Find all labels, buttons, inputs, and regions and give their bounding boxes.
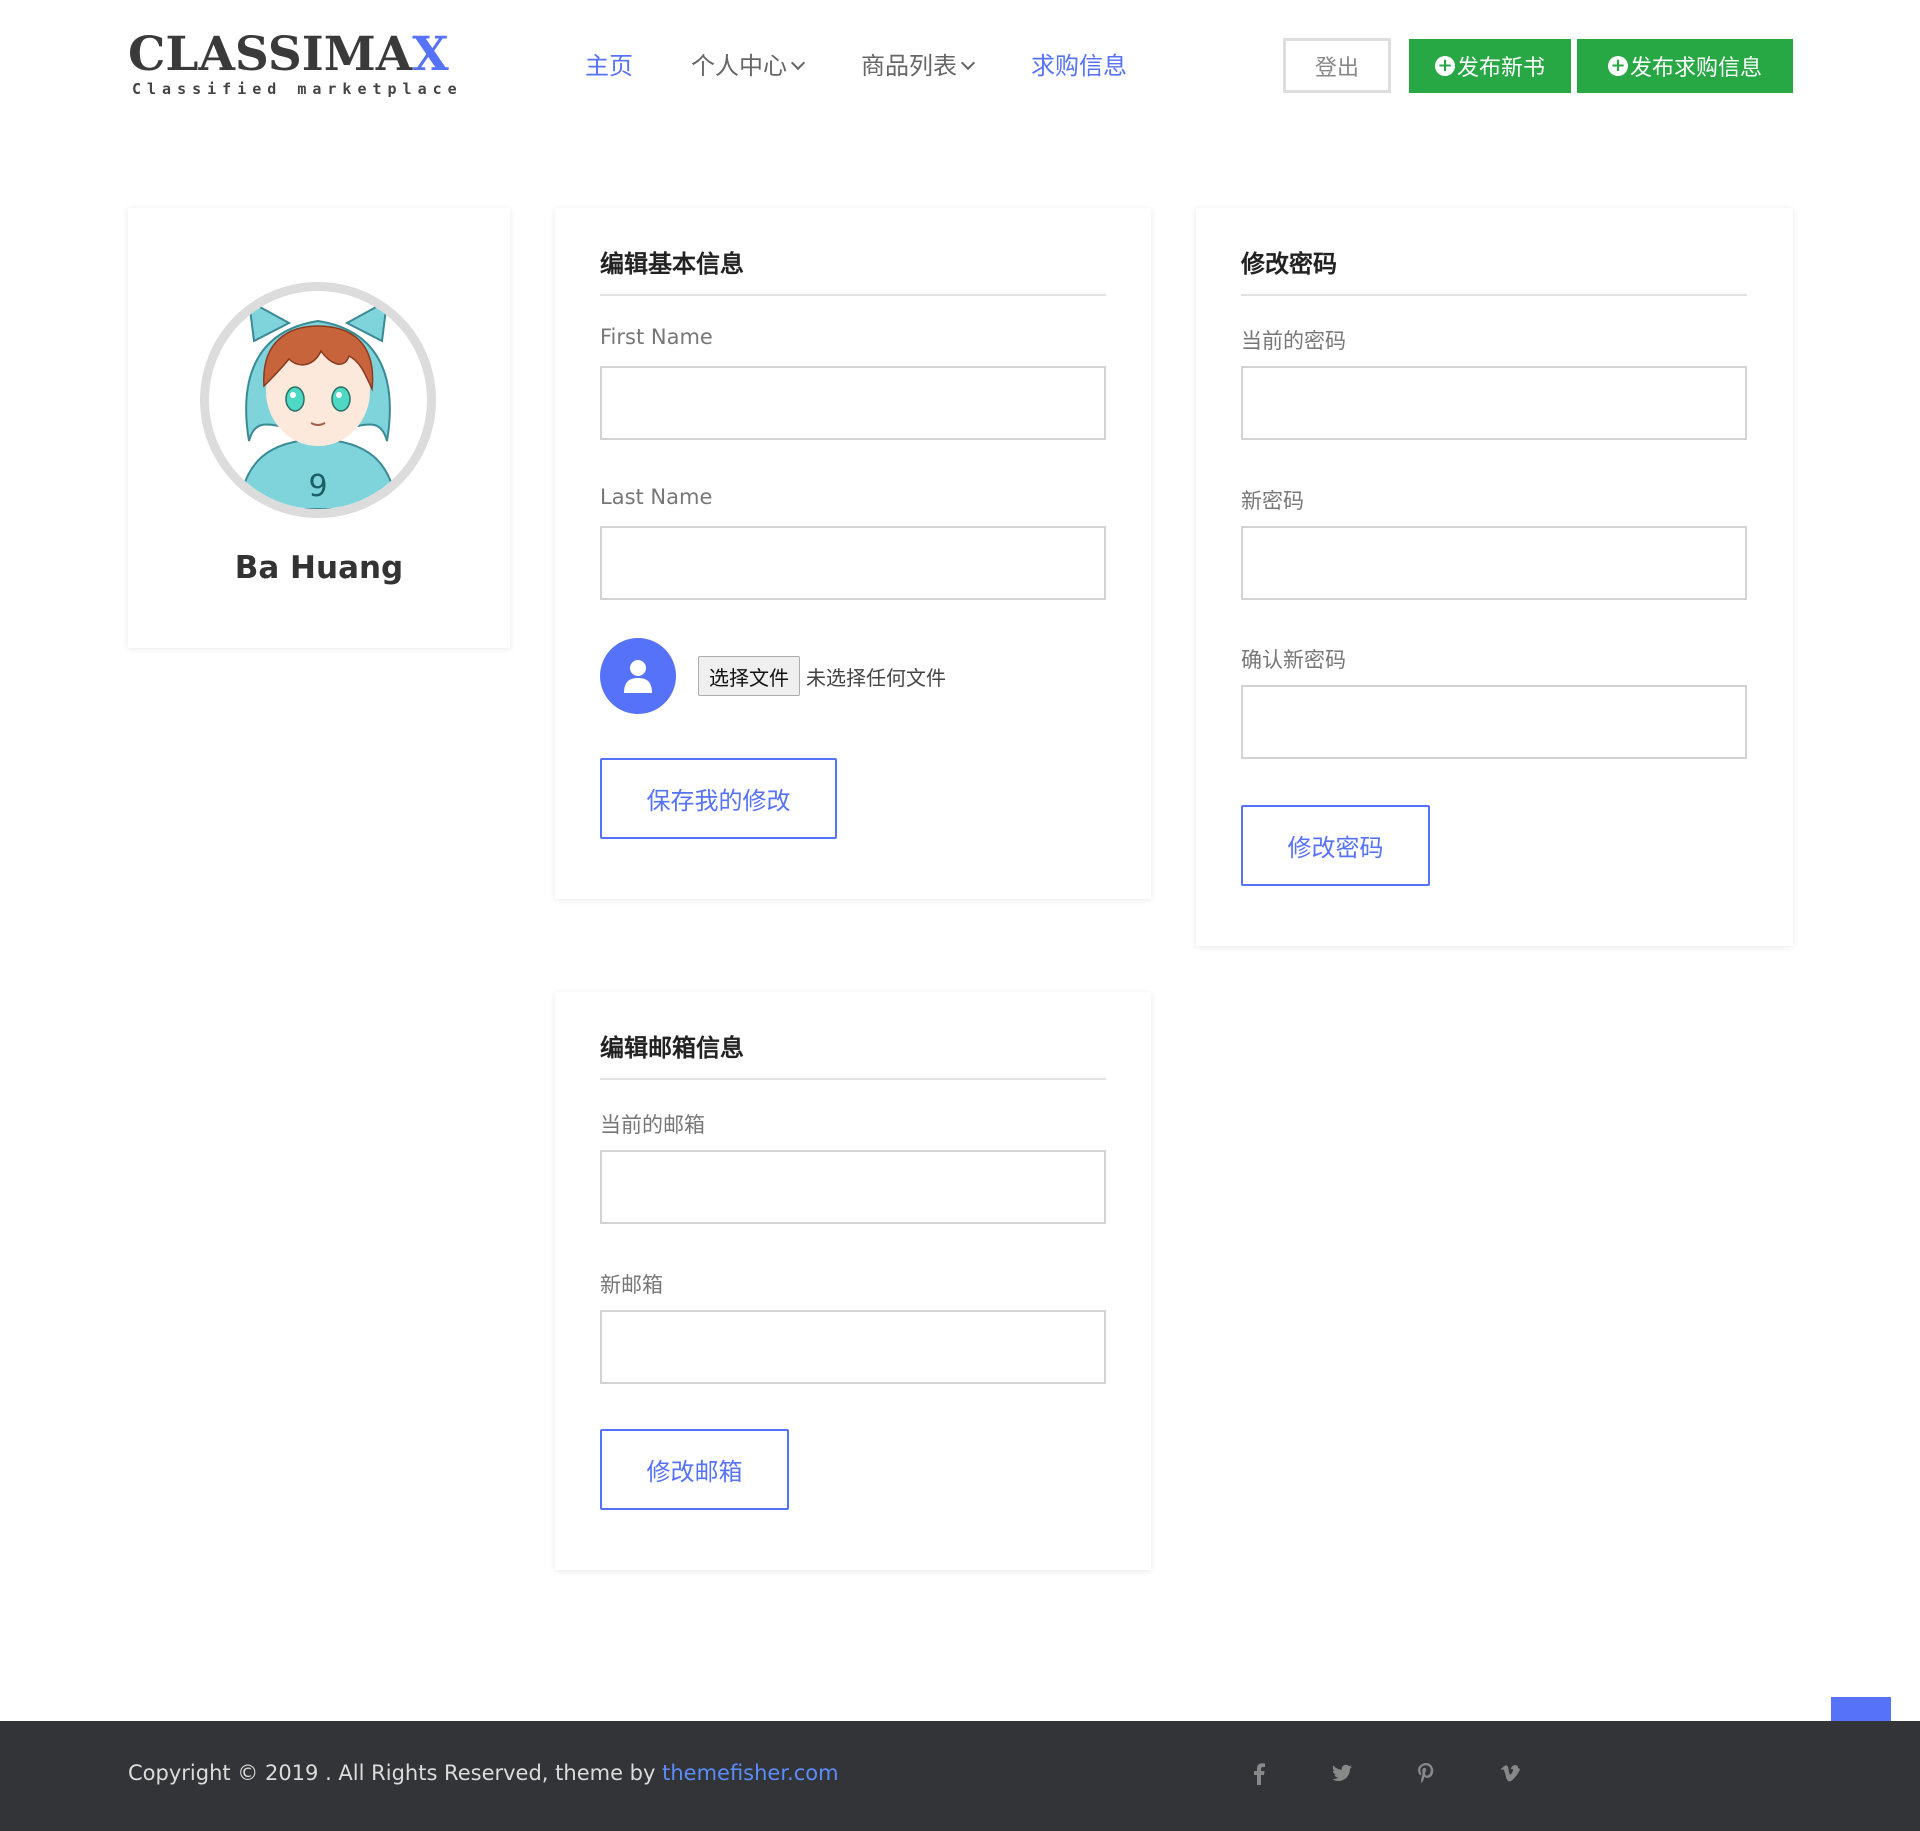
site-logo[interactable]: CLASSIMAX Classified marketplace: [128, 27, 463, 99]
svg-text:9: 9: [308, 469, 327, 504]
last-name-input[interactable]: [600, 526, 1106, 600]
first-name-input[interactable]: [600, 366, 1106, 440]
current-email-label: 当前的邮箱: [600, 1113, 705, 1137]
user-icon: [600, 638, 676, 714]
chevron-down-icon: [960, 55, 976, 71]
pinterest-icon[interactable]: [1418, 1763, 1434, 1789]
change-password-card: 修改密码 当前的密码 新密码 确认新密码 修改密码: [1196, 208, 1793, 946]
current-password-input[interactable]: [1241, 366, 1747, 440]
nav-personal-center[interactable]: 个人中心: [691, 46, 806, 86]
avatar-upload-row: 选择文件 未选择任何文件: [600, 638, 946, 714]
edit-email-card: 编辑邮箱信息 当前的邮箱 新邮箱 修改邮箱: [555, 992, 1151, 1570]
plus-circle-icon: +: [1607, 56, 1628, 76]
choose-file-button[interactable]: 选择文件: [698, 656, 800, 696]
profile-card: 9 Ba Huang: [128, 208, 510, 648]
logo-tagline: Classified marketplace: [132, 80, 463, 98]
publish-book-button[interactable]: + 发布新书: [1409, 39, 1571, 93]
file-status-text: 未选择任何文件: [806, 665, 946, 690]
new-email-label: 新邮箱: [600, 1273, 663, 1297]
publish-request-button[interactable]: + 发布求购信息: [1577, 39, 1793, 93]
confirm-password-label: 确认新密码: [1241, 648, 1346, 672]
logout-button[interactable]: 登出: [1283, 38, 1391, 93]
main-nav: 主页 个人中心 商品列表 求购信息: [585, 46, 1185, 86]
edit-basic-info-card: 编辑基本信息 First Name Last Name 选择文件 未选择任何文件…: [555, 208, 1151, 899]
nav-home[interactable]: 主页: [585, 46, 633, 86]
facebook-icon[interactable]: [1253, 1763, 1265, 1791]
site-footer: Copyright © 2019 . All Rights Reserved, …: [0, 1721, 1920, 1831]
anime-avatar-image: 9: [237, 299, 399, 509]
profile-name: Ba Huang: [234, 550, 404, 586]
new-email-input[interactable]: [600, 1310, 1106, 1384]
card-title: 编辑邮箱信息: [600, 1028, 1106, 1080]
vimeo-icon[interactable]: [1500, 1763, 1520, 1788]
current-email-input[interactable]: [600, 1150, 1106, 1224]
confirm-password-input[interactable]: [1241, 685, 1747, 759]
card-title: 修改密码: [1241, 244, 1747, 296]
card-title: 编辑基本信息: [600, 244, 1106, 296]
save-changes-button[interactable]: 保存我的修改: [600, 758, 837, 839]
new-password-label: 新密码: [1241, 489, 1304, 513]
change-password-button[interactable]: 修改密码: [1241, 805, 1430, 886]
logo-wordmark: CLASSIMAX: [128, 27, 449, 82]
change-email-button[interactable]: 修改邮箱: [600, 1429, 789, 1510]
themefisher-link[interactable]: themefisher.com: [662, 1761, 838, 1785]
nav-product-list[interactable]: 商品列表: [861, 46, 976, 86]
chevron-down-icon: [790, 55, 806, 71]
twitter-icon[interactable]: [1332, 1763, 1352, 1788]
new-password-input[interactable]: [1241, 526, 1747, 600]
current-password-label: 当前的密码: [1241, 329, 1346, 353]
nav-purchase-requests[interactable]: 求购信息: [1031, 46, 1127, 86]
copyright-text: Copyright © 2019 . All Rights Reserved, …: [128, 1761, 839, 1785]
plus-circle-icon: +: [1434, 56, 1455, 76]
first-name-label: First Name: [600, 325, 713, 349]
last-name-label: Last Name: [600, 485, 713, 509]
site-header: CLASSIMAX Classified marketplace 主页 个人中心…: [0, 0, 1920, 134]
avatar: 9: [200, 282, 436, 518]
